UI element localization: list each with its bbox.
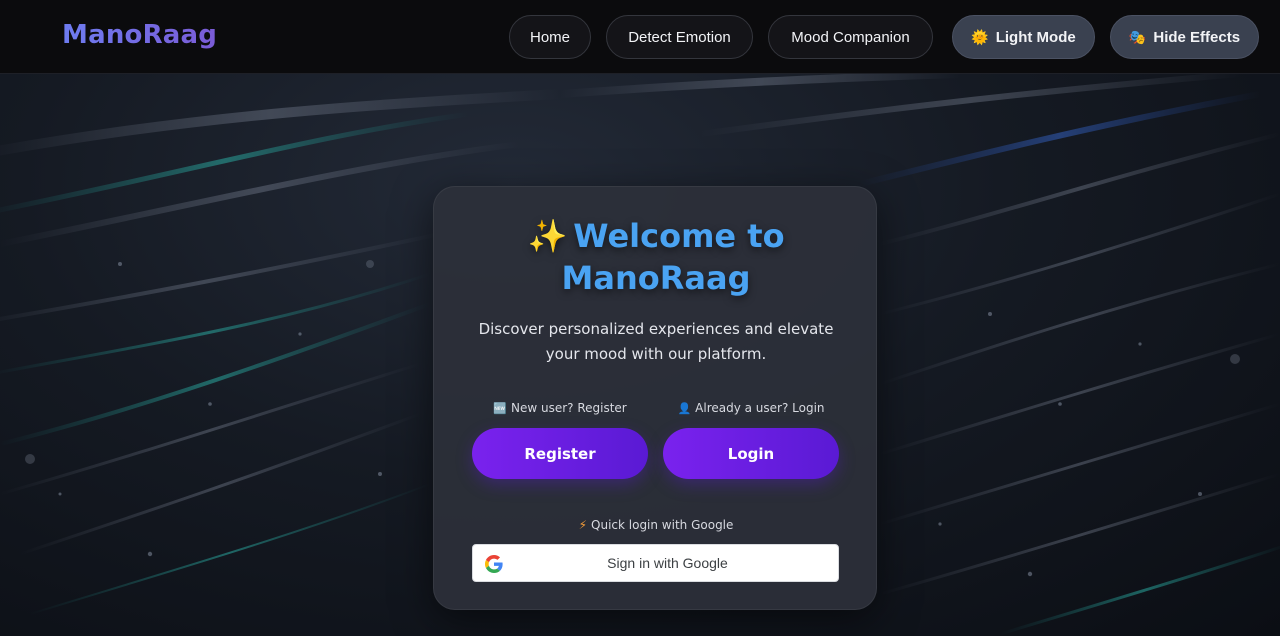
welcome-title-line2: ManoRaag	[561, 259, 751, 297]
google-hint-text: Quick login with Google	[591, 518, 734, 532]
welcome-card: ✨ Welcome to ManoRaag Discover personaliz…	[433, 186, 877, 610]
new-icon: 🆕	[493, 402, 507, 415]
nav-detect-emotion-label: Detect Emotion	[628, 28, 731, 46]
top-navbar: ManoRaag Home Detect Emotion Mood Compan…	[0, 0, 1280, 74]
light-mode-label: Light Mode	[995, 28, 1076, 46]
login-hint-text: Already a user? Login	[695, 401, 825, 415]
hide-effects-label: Hide Effects	[1153, 28, 1241, 46]
lightning-icon: ⚡	[578, 518, 588, 532]
welcome-title: ✨ Welcome to ManoRaag	[434, 215, 878, 299]
sparkle-icon: ✨	[527, 217, 568, 255]
register-button-label: Register	[524, 444, 596, 463]
register-hint: 🆕 New user? Register	[472, 401, 648, 415]
brand-logo[interactable]: ManoRaag	[62, 20, 217, 50]
register-hint-text: New user? Register	[510, 401, 627, 415]
login-button[interactable]: Login	[663, 428, 839, 479]
nav-mood-companion-button[interactable]: Mood Companion	[768, 15, 933, 59]
register-button[interactable]: Register	[472, 428, 648, 479]
nav-home-button[interactable]: Home	[509, 15, 591, 59]
light-mode-toggle-button[interactable]: 🌞 Light Mode	[952, 15, 1095, 59]
welcome-subtitle: Discover personalized experiences and el…	[478, 320, 834, 363]
nav-mood-companion-label: Mood Companion	[791, 28, 910, 46]
mask-icon: 🎭	[1128, 28, 1147, 45]
sun-icon: 🌞	[971, 28, 989, 45]
google-signin-button[interactable]: Sign in with Google	[472, 544, 839, 582]
nav-detect-emotion-button[interactable]: Detect Emotion	[606, 15, 753, 59]
google-icon	[485, 555, 503, 573]
hide-effects-toggle-button[interactable]: 🎭 Hide Effects	[1110, 15, 1259, 59]
login-button-label: Login	[727, 444, 775, 463]
user-icon: 👤	[677, 402, 692, 415]
login-hint: 👤 Already a user? Login	[663, 401, 839, 415]
nav-home-label: Home	[529, 28, 570, 46]
google-signin-label: Sign in with Google	[607, 555, 728, 571]
welcome-title-line1: Welcome to	[573, 217, 785, 255]
google-hint: ⚡ Quick login with Google	[434, 518, 878, 532]
